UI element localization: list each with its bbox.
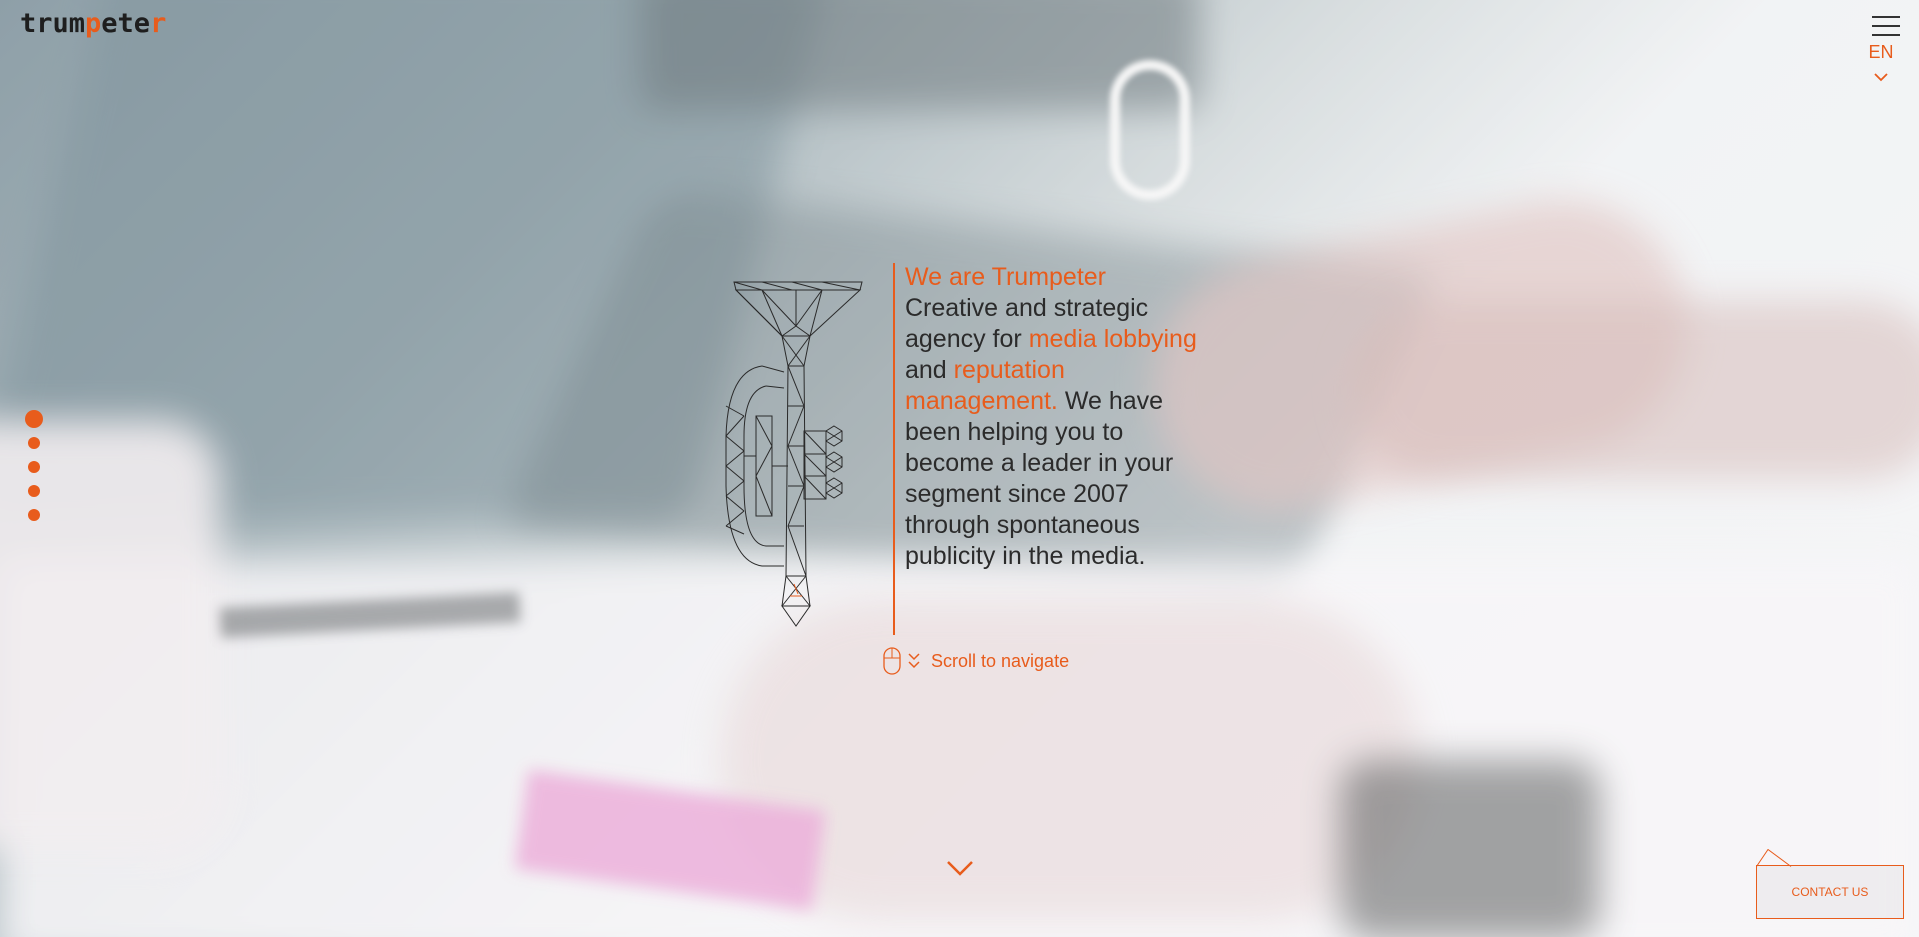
scroll-hint: Scroll to navigate bbox=[883, 646, 1069, 676]
page: trumpeter EN We are Trumpeter Creative a… bbox=[0, 0, 1919, 937]
section-dot-2[interactable] bbox=[28, 437, 40, 449]
double-chevron-down-icon bbox=[908, 653, 920, 669]
menu-icon-bar bbox=[1872, 25, 1900, 27]
hero-text: We are Trumpeter Creative and strategic a… bbox=[905, 262, 1205, 572]
mouse-icon bbox=[883, 647, 901, 675]
trumpet-illustration bbox=[725, 281, 863, 627]
section-dots bbox=[24, 410, 44, 533]
chevron-down-icon[interactable] bbox=[1874, 72, 1888, 82]
hero-segment: and bbox=[905, 356, 954, 384]
logo-part: ete bbox=[101, 8, 151, 39]
hero-accent-line bbox=[893, 263, 895, 635]
contact-us-button[interactable]: CONTACT US bbox=[1756, 865, 1904, 919]
hero-title: We are Trumpeter bbox=[905, 263, 1107, 291]
logo-part: trum bbox=[20, 8, 86, 39]
section-dot-3[interactable] bbox=[28, 461, 40, 473]
scroll-hint-label[interactable]: Scroll to navigate bbox=[931, 651, 1069, 672]
section-dot-1[interactable] bbox=[25, 410, 43, 428]
logo-accent: p bbox=[85, 8, 102, 39]
language-selector[interactable]: EN bbox=[1863, 42, 1899, 63]
hero-highlight-media-lobbying: media lobbying bbox=[1028, 325, 1197, 353]
menu-button[interactable] bbox=[1872, 16, 1900, 36]
section-dot-4[interactable] bbox=[28, 485, 40, 497]
menu-icon bbox=[1872, 16, 1900, 18]
logo[interactable]: trumpeter bbox=[20, 9, 166, 39]
logo-accent: r bbox=[150, 8, 167, 39]
section-dot-5[interactable] bbox=[28, 509, 40, 521]
menu-icon-bar bbox=[1872, 34, 1900, 36]
chevron-down-icon[interactable] bbox=[945, 858, 975, 878]
